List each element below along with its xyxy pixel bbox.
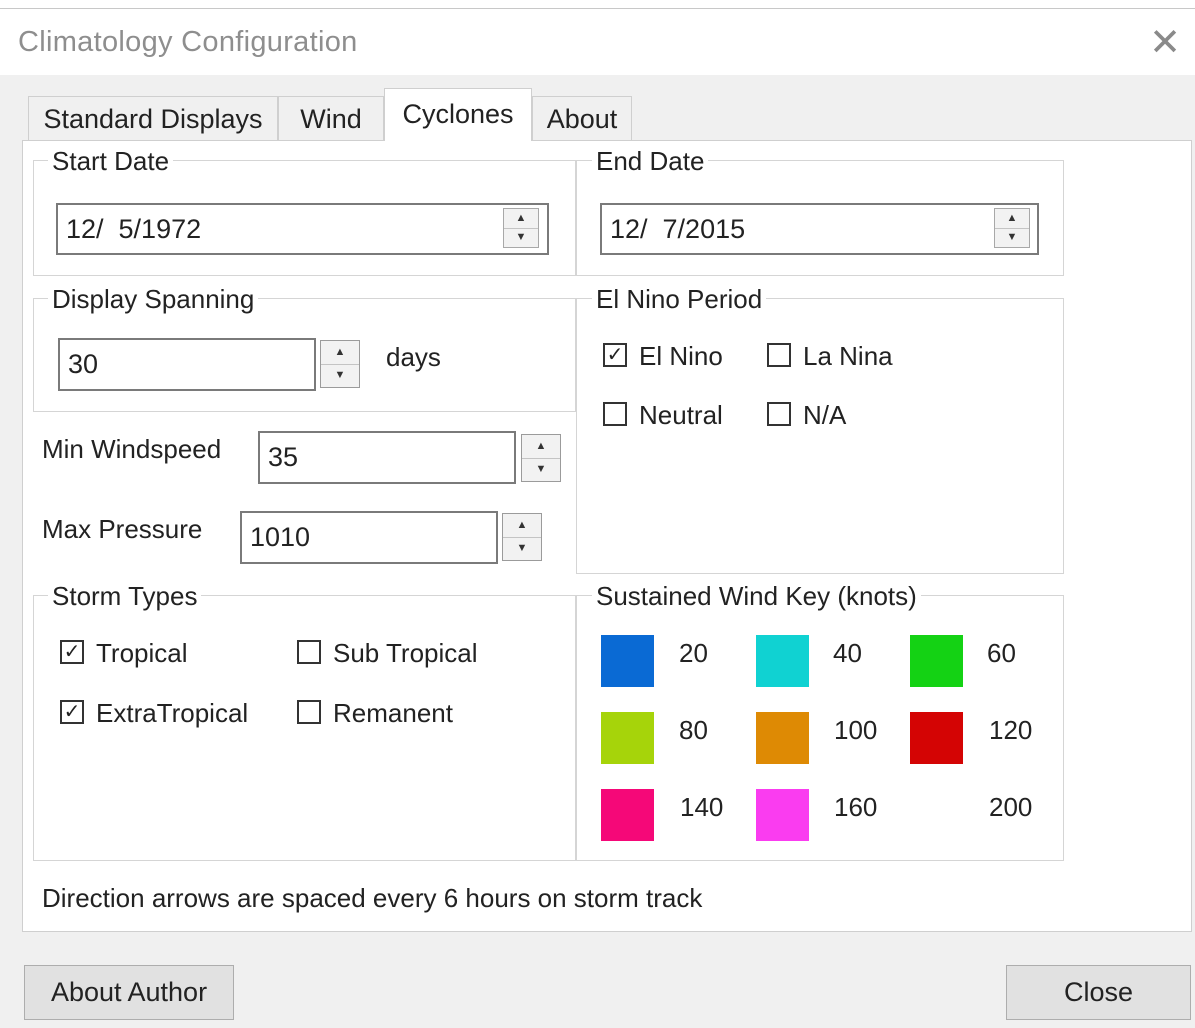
extratropical-label[interactable]: ExtraTropical bbox=[96, 698, 248, 728]
end-date-spinner[interactable]: ▲ ▼ bbox=[994, 208, 1030, 248]
remanent-checkbox[interactable] bbox=[297, 700, 321, 724]
max-pressure-field[interactable]: 1010 bbox=[240, 511, 498, 564]
start-date-spinner[interactable]: ▲ ▼ bbox=[503, 208, 539, 248]
storm-types-legend: Storm Types bbox=[48, 581, 202, 611]
tab-standard-displays[interactable]: Standard Displays bbox=[28, 96, 278, 140]
remanent-label[interactable]: Remanent bbox=[333, 698, 453, 728]
window-title: Climatology Configuration bbox=[18, 26, 358, 58]
tropical-checkbox[interactable]: ✓ bbox=[60, 640, 84, 664]
days-label: days bbox=[386, 342, 441, 372]
wind-key-swatch-140 bbox=[601, 789, 654, 841]
wind-key-value: 200 bbox=[989, 792, 1033, 822]
sub-tropical-checkbox[interactable] bbox=[297, 640, 321, 664]
el-nino-label[interactable]: El Nino bbox=[639, 341, 723, 371]
wind-key-swatch-40 bbox=[756, 635, 809, 687]
tab-wind[interactable]: Wind bbox=[278, 96, 384, 140]
wind-key-value: 60 bbox=[987, 638, 1016, 668]
start-date-field[interactable]: 12/ 5/1972 bbox=[56, 203, 549, 255]
tab-about[interactable]: About bbox=[532, 96, 632, 140]
wind-key-swatch-100 bbox=[756, 712, 809, 764]
down-arrow-icon[interactable]: ▼ bbox=[321, 363, 359, 388]
min-windspeed-value: 35 bbox=[268, 442, 299, 472]
display-spanning-value: 30 bbox=[68, 349, 99, 379]
about-author-button[interactable]: About Author bbox=[24, 965, 234, 1020]
min-windspeed-field[interactable]: 35 bbox=[258, 431, 516, 484]
close-icon[interactable]: ✕ bbox=[1146, 24, 1184, 62]
window-top-edge bbox=[0, 0, 1195, 9]
start-date-value: 12/ 5/1972 bbox=[66, 213, 202, 244]
na-checkbox[interactable] bbox=[767, 402, 791, 426]
down-arrow-icon[interactable]: ▼ bbox=[995, 227, 1029, 248]
display-spanning-field[interactable]: 30 bbox=[58, 338, 316, 391]
storm-types-group bbox=[33, 595, 576, 861]
up-arrow-icon[interactable]: ▲ bbox=[321, 341, 359, 364]
wind-key-value: 20 bbox=[679, 638, 708, 668]
display-spanning-spinner[interactable]: ▲ ▼ bbox=[320, 340, 360, 388]
wind-key-legend: Sustained Wind Key (knots) bbox=[592, 581, 921, 611]
neutral-label[interactable]: Neutral bbox=[639, 400, 723, 430]
display-spanning-legend: Display Spanning bbox=[48, 284, 259, 314]
la-nina-label[interactable]: La Nina bbox=[803, 341, 893, 371]
min-windspeed-label: Min Windspeed bbox=[42, 434, 222, 464]
tab-cyclones[interactable]: Cyclones bbox=[384, 88, 532, 141]
down-arrow-icon[interactable]: ▼ bbox=[503, 536, 541, 561]
checkmark-icon: ✓ bbox=[63, 701, 81, 723]
up-arrow-icon[interactable]: ▲ bbox=[522, 435, 560, 458]
wind-key-value: 120 bbox=[989, 715, 1033, 745]
wind-key-swatch-60 bbox=[910, 635, 963, 687]
el-nino-checkbox[interactable]: ✓ bbox=[603, 343, 627, 367]
checkmark-icon: ✓ bbox=[606, 344, 624, 366]
wind-key-swatch-160 bbox=[756, 789, 809, 841]
wind-key-value: 100 bbox=[834, 715, 878, 745]
start-date-legend: Start Date bbox=[48, 146, 174, 176]
wind-key-swatch-120 bbox=[910, 712, 963, 764]
la-nina-checkbox[interactable] bbox=[767, 343, 791, 367]
extratropical-checkbox[interactable]: ✓ bbox=[60, 700, 84, 724]
close-button[interactable]: Close bbox=[1006, 965, 1191, 1020]
min-windspeed-spinner[interactable]: ▲ ▼ bbox=[521, 434, 561, 482]
up-arrow-icon[interactable]: ▲ bbox=[504, 209, 538, 228]
wind-key-swatch-20 bbox=[601, 635, 654, 687]
max-pressure-spinner[interactable]: ▲ ▼ bbox=[502, 513, 542, 561]
checkmark-icon: ✓ bbox=[63, 641, 81, 663]
wind-key-value: 40 bbox=[833, 638, 862, 668]
el-nino-period-legend: El Nino Period bbox=[592, 284, 767, 314]
neutral-checkbox[interactable] bbox=[603, 402, 627, 426]
na-label[interactable]: N/A bbox=[803, 400, 846, 430]
up-arrow-icon[interactable]: ▲ bbox=[995, 209, 1029, 228]
el-nino-period-group bbox=[576, 298, 1064, 574]
wind-key-value: 80 bbox=[679, 715, 708, 745]
down-arrow-icon[interactable]: ▼ bbox=[522, 457, 560, 482]
sub-tropical-label[interactable]: Sub Tropical bbox=[333, 638, 478, 668]
max-pressure-value: 1010 bbox=[250, 522, 311, 552]
end-date-value: 12/ 7/2015 bbox=[610, 213, 746, 244]
wind-key-value: 140 bbox=[680, 792, 724, 822]
wind-key-swatch-80 bbox=[601, 712, 654, 764]
up-arrow-icon[interactable]: ▲ bbox=[503, 514, 541, 537]
end-date-field[interactable]: 12/ 7/2015 bbox=[600, 203, 1039, 255]
wind-key-value: 160 bbox=[834, 792, 878, 822]
tropical-label[interactable]: Tropical bbox=[96, 638, 188, 668]
end-date-legend: End Date bbox=[592, 146, 709, 176]
max-pressure-label: Max Pressure bbox=[42, 514, 203, 544]
direction-arrows-note: Direction arrows are spaced every 6 hour… bbox=[42, 883, 703, 913]
down-arrow-icon[interactable]: ▼ bbox=[504, 227, 538, 248]
